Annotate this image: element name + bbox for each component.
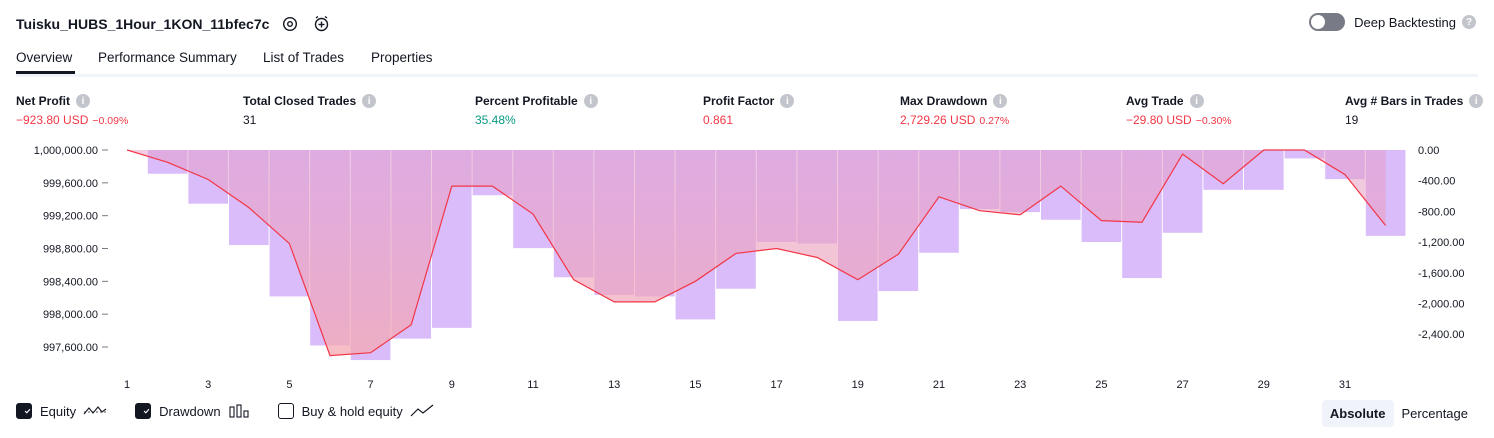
left-axis-tick: 999,200.00: [43, 211, 98, 223]
legend-buy-hold[interactable]: Buy & hold equity: [277, 403, 434, 419]
buy-hold-checkbox[interactable]: [277, 403, 294, 419]
left-axis-tick: 998,800.00: [43, 244, 98, 256]
x-axis-tick: 11: [527, 379, 538, 391]
drawdown-bars-icon: [229, 404, 249, 418]
metric-label: Avg Trade: [1126, 94, 1184, 108]
x-axis-tick: 31: [1339, 379, 1351, 391]
right-axis-tick: -1,200.00: [1418, 237, 1464, 249]
tab-list-of-trades[interactable]: List of Trades: [263, 50, 344, 65]
metric-label: Percent Profitable: [475, 94, 578, 108]
x-axis-tick: 5: [286, 379, 292, 391]
metric-label: Avg # Bars in Trades: [1345, 94, 1464, 108]
right-axis-tick: 0.00: [1418, 145, 1439, 157]
right-axis-tick: -1,600.00: [1418, 268, 1464, 280]
deep-backtesting: Deep Backtesting ?: [1309, 13, 1476, 31]
legend-buy-hold-label: Buy & hold equity: [301, 403, 403, 419]
metric-label: Max Drawdown: [900, 94, 988, 108]
x-axis-tick: 25: [1095, 379, 1107, 391]
left-axis-tick: 1,000,000.00: [34, 145, 98, 157]
metric-max-drawdown: Max Drawdown i 2,729.26 USD 0.27%: [900, 94, 1009, 127]
metric-label: Profit Factor: [703, 94, 775, 108]
x-axis-tick: 13: [608, 379, 620, 391]
chart-legend: Equity Drawdown Buy & hold equity: [16, 403, 462, 419]
metric-value: 0.861: [703, 113, 734, 127]
absolute-button[interactable]: Absolute: [1321, 400, 1394, 427]
left-axis-tick: 997,600.00: [43, 342, 98, 354]
legend-drawdown[interactable]: Drawdown: [135, 403, 249, 419]
x-axis-tick: 23: [1014, 379, 1026, 391]
drawdown-checkbox[interactable]: [135, 403, 152, 419]
legend-equity-label: Equity: [40, 403, 77, 419]
deep-backtesting-label: Deep Backtesting: [1354, 14, 1456, 30]
left-axis-tick: 998,000.00: [43, 309, 98, 321]
x-axis-tick: 27: [1176, 379, 1188, 391]
legend-equity[interactable]: Equity: [16, 403, 107, 419]
toggle-knob: [1311, 15, 1326, 29]
info-icon[interactable]: i: [993, 94, 1008, 108]
active-tab-indicator: [16, 71, 75, 74]
metric-value: −923.80 USD: [16, 113, 89, 127]
metric-value: 19: [1345, 113, 1359, 127]
right-axis-tick: -2,400.00: [1418, 329, 1464, 341]
help-icon[interactable]: ?: [1462, 15, 1476, 29]
metric-total-closed-trades: Total Closed Trades i 31: [243, 94, 377, 127]
metric-profit-factor: Profit Factor i 0.861: [703, 94, 795, 127]
metric-value: 35.48%: [475, 113, 516, 127]
right-axis-tick: -2,000.00: [1418, 299, 1464, 311]
right-axis-tick: -800.00: [1418, 206, 1455, 218]
percentage-button[interactable]: Percentage: [1394, 400, 1477, 427]
metric-label: Net Profit: [16, 94, 70, 108]
info-icon[interactable]: i: [1469, 94, 1484, 108]
info-icon[interactable]: i: [362, 94, 377, 108]
metric-sub: 0.27%: [979, 115, 1010, 127]
metric-value: −29.80 USD: [1126, 113, 1192, 127]
x-axis-tick: 9: [449, 379, 455, 391]
info-icon[interactable]: i: [1189, 94, 1204, 108]
x-axis-tick: 17: [770, 379, 782, 391]
x-axis-tick: 21: [933, 379, 945, 391]
metric-avg-trade: Avg Trade i −29.80 USD −0.30%: [1126, 94, 1232, 127]
left-axis-tick: 999,600.00: [43, 178, 98, 190]
strategy-header: Tuisku_HUBS_1Hour_1KON_11bfec7c: [16, 12, 333, 36]
metric-net-profit: Net Profit i −923.80 USD −0.09%: [16, 94, 128, 127]
tab-performance-summary[interactable]: Performance Summary: [98, 50, 237, 65]
x-axis-tick: 1: [124, 379, 130, 391]
info-icon[interactable]: i: [583, 94, 598, 108]
x-axis-tick: 19: [852, 379, 864, 391]
metric-percent-profitable: Percent Profitable i 35.48%: [475, 94, 598, 127]
buy-hold-line-icon: [410, 404, 434, 417]
view-mode-toggle: Absolute Percentage: [1321, 400, 1477, 427]
x-axis-tick: 3: [205, 379, 211, 391]
metric-value: 31: [243, 113, 257, 127]
metric-sub: −0.09%: [92, 115, 129, 127]
metric-label: Total Closed Trades: [243, 94, 357, 108]
x-axis-tick: 7: [368, 379, 374, 391]
equity-checkbox[interactable]: [16, 403, 32, 419]
info-icon[interactable]: i: [780, 94, 795, 108]
left-axis-tick: 998,400.00: [43, 276, 98, 288]
metric-avg-bars-in-trades: Avg # Bars in Trades i 19: [1345, 94, 1484, 127]
settings-gear-icon[interactable]: [279, 13, 301, 35]
x-axis-tick: 15: [689, 379, 701, 391]
metric-value: 2,729.26 USD: [900, 113, 976, 127]
deep-backtesting-toggle[interactable]: [1309, 13, 1346, 31]
equity-line-icon: [83, 406, 107, 415]
legend-drawdown-label: Drawdown: [159, 403, 221, 419]
tab-bar: Overview Performance Summary List of Tra…: [16, 46, 1478, 77]
equity-drawdown-chart[interactable]: 1,000,000.00 999,600.00 999,200.00 998,800.…: [0, 140, 1494, 395]
right-axis-tick: -400.00: [1418, 176, 1455, 188]
tab-overview[interactable]: Overview: [16, 50, 72, 65]
info-icon[interactable]: i: [76, 94, 90, 108]
x-axis-tick: 29: [1258, 379, 1270, 391]
add-alert-icon[interactable]: [311, 13, 333, 35]
tab-properties[interactable]: Properties: [371, 50, 433, 65]
strategy-name: Tuisku_HUBS_1Hour_1KON_11bfec7c: [16, 16, 270, 32]
metric-sub: −0.30%: [1195, 115, 1232, 127]
